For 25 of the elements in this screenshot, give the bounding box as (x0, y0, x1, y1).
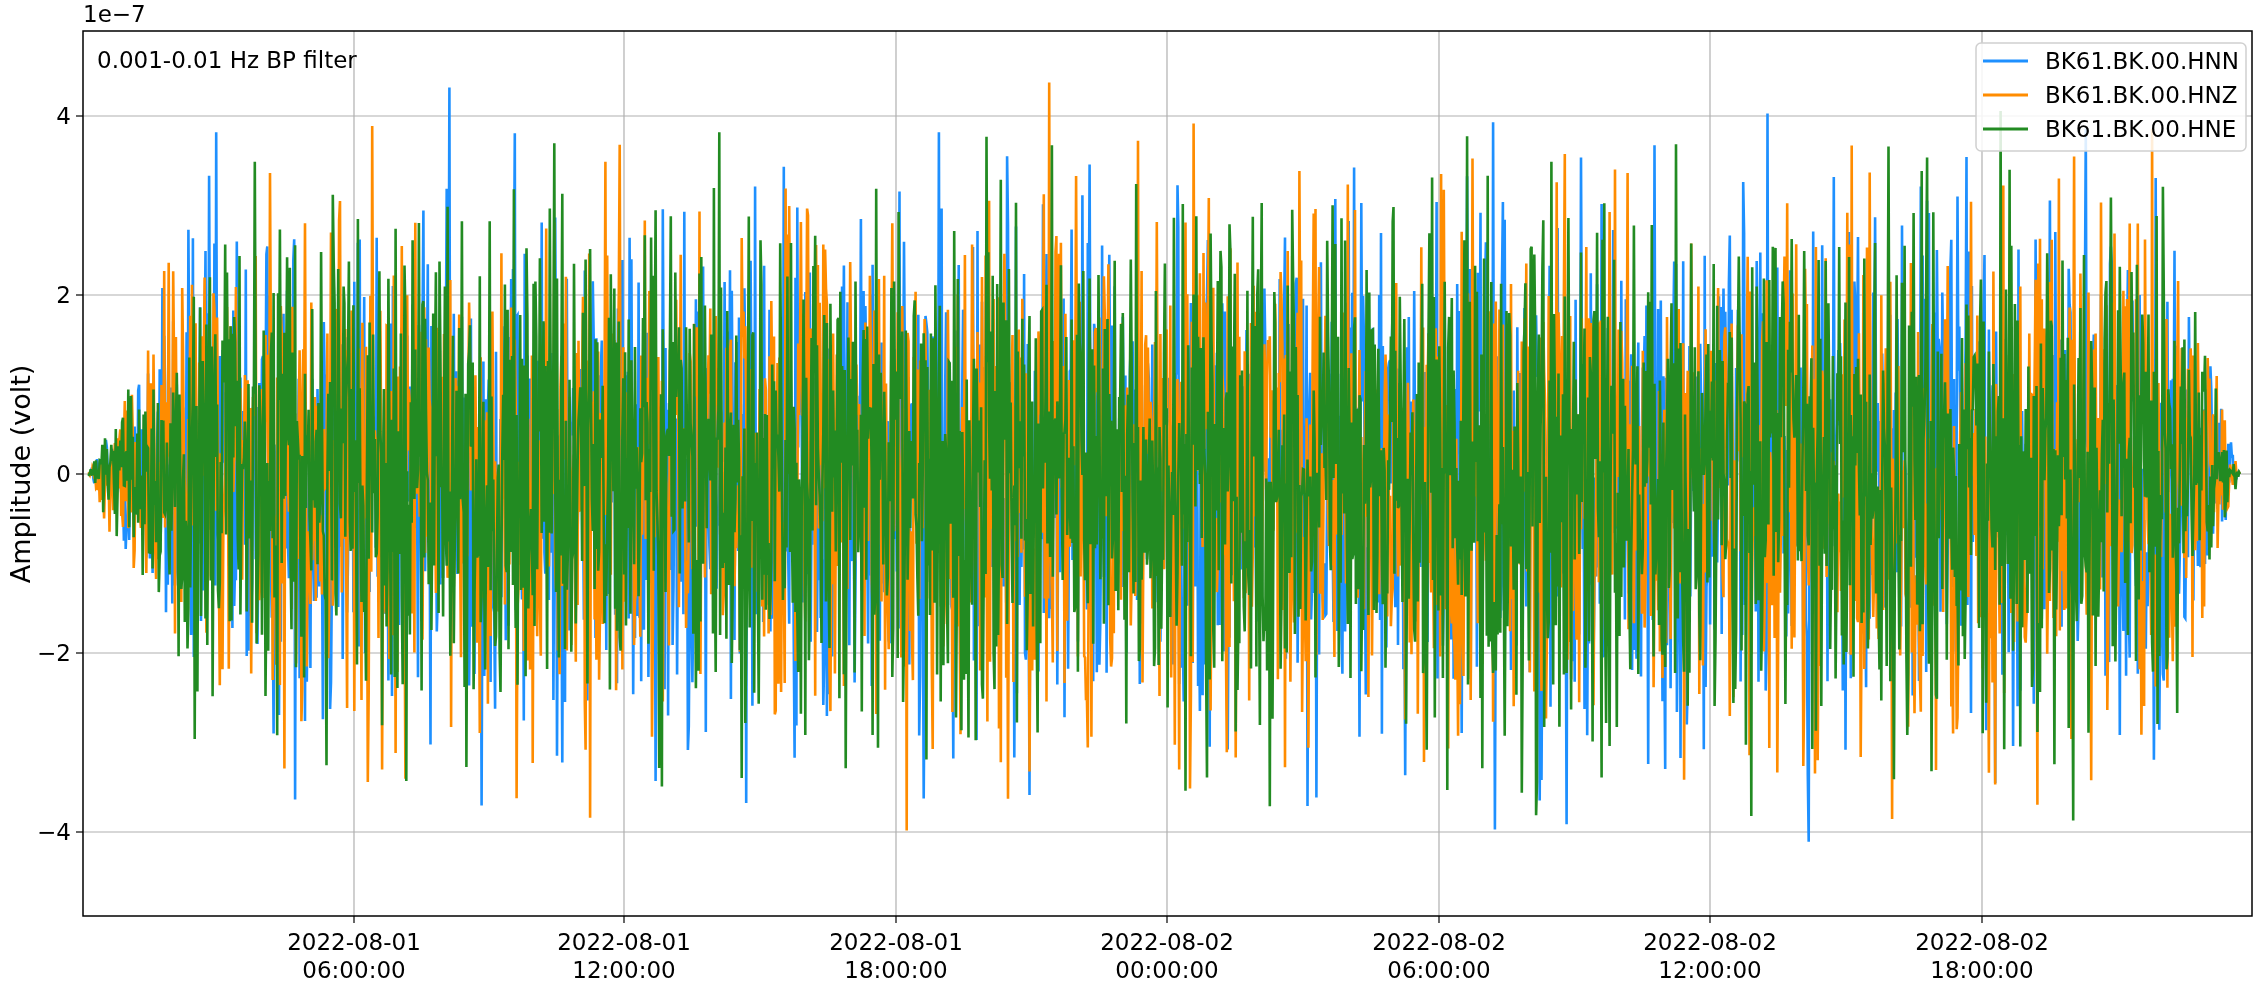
axis-title: Amplitude (volt) (5, 364, 36, 584)
axis-tick-label: 06:00:00 (302, 957, 406, 983)
axis-tick-label: 06:00:00 (1387, 957, 1491, 983)
axis-tick-label: 12:00:00 (572, 957, 676, 983)
axis-tick-label: 2022-08-01 (829, 929, 963, 955)
axis-tick-label: 2 (56, 282, 71, 308)
axis-tick-label: 00:00:00 (1115, 957, 1219, 983)
axis-tick-label: −4 (37, 819, 71, 845)
axis-tick-label: 18:00:00 (844, 957, 948, 983)
axis-tick-label: 0 (56, 461, 71, 487)
axis-tick-label: −2 (37, 640, 71, 666)
axis-tick-label: 12:00:00 (1658, 957, 1762, 983)
axis-tick-label: 2022-08-02 (1915, 929, 2049, 955)
chart-annotation: 0.001-0.01 Hz BP filter (97, 47, 357, 73)
axis-tick-label: 2022-08-02 (1643, 929, 1777, 955)
axis-tick-label: 2022-08-02 (1372, 929, 1506, 955)
axis-tick-label: 4 (56, 103, 71, 129)
axis-exponent-label: 1e−7 (83, 1, 146, 27)
axis-tick-label: 18:00:00 (1930, 957, 2034, 983)
legend-label: BK61.BK.00.HNN (2045, 48, 2239, 74)
axis-tick-label: 2022-08-02 (1100, 929, 1234, 955)
legend-label: BK61.BK.00.HNE (2045, 116, 2237, 142)
axis-tick-label: 2022-08-01 (287, 929, 421, 955)
axis-tick-label: 2022-08-01 (557, 929, 691, 955)
legend-label: BK61.BK.00.HNZ (2045, 82, 2238, 108)
